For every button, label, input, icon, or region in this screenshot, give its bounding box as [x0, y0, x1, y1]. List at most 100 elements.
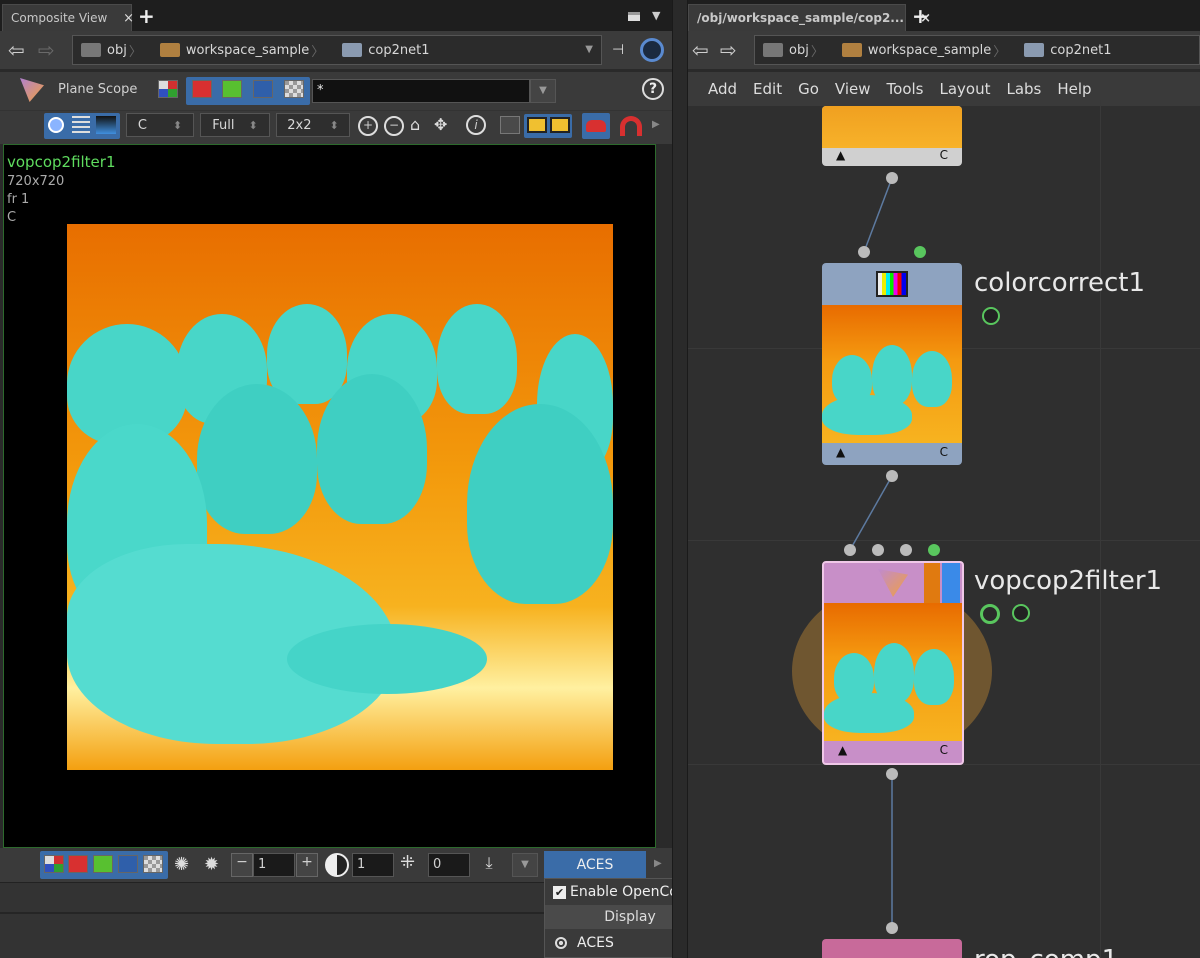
forward-arrow-icon[interactable]: ⇨ — [720, 38, 737, 62]
display-alpha-toggle[interactable] — [143, 855, 163, 873]
layout-compare-b-icon[interactable] — [550, 117, 570, 133]
tab-network-editor[interactable]: /obj/workspace_sample/cop2... × — [688, 4, 931, 32]
exposure-value-input[interactable]: 1 — [253, 853, 295, 877]
node-upstream[interactable]: ▲ C — [822, 106, 962, 166]
input-connector[interactable] — [858, 246, 870, 258]
checkbox-icon[interactable]: ✔ — [553, 885, 566, 899]
pin-icon[interactable]: ⊣ — [612, 42, 634, 58]
plane-filter-dropdown-icon[interactable]: ▼ — [530, 79, 556, 103]
layout-single-icon[interactable] — [500, 116, 520, 134]
display-green-toggle[interactable] — [93, 855, 113, 873]
all-channels-icon[interactable] — [158, 80, 178, 98]
radio-icon[interactable] — [555, 937, 567, 949]
lut-value-input[interactable]: 0 — [428, 853, 470, 877]
node-colorcorrect1[interactable]: ▲ C — [822, 263, 962, 465]
exposure-icon[interactable]: ✹ — [204, 854, 219, 875]
zoom-in-icon[interactable]: + — [358, 116, 378, 136]
snapshot-icon[interactable]: ⤓ — [476, 853, 502, 877]
layout-compare-a-icon[interactable] — [527, 117, 547, 133]
node-vopcop2filter1[interactable]: ▲ C — [822, 561, 964, 765]
menu-help[interactable]: Help — [1057, 80, 1091, 98]
view-mode-histogram-icon[interactable] — [96, 116, 116, 134]
pane-splitter[interactable] — [672, 0, 688, 958]
wire — [849, 475, 893, 551]
node-label-colorcorrect1[interactable]: colorcorrect1 — [974, 268, 1145, 298]
home-icon[interactable]: ⌂ — [410, 115, 430, 135]
breadcrumb-obj[interactable]: obj 〉 — [755, 36, 834, 64]
menu-tools[interactable]: Tools — [887, 80, 924, 98]
input-connector[interactable] — [886, 922, 898, 934]
view-mode-image-icon[interactable] — [48, 117, 64, 133]
menu-labs[interactable]: Labs — [1006, 80, 1041, 98]
resolution-dropdown[interactable]: Full ⬍ — [200, 113, 270, 137]
breadcrumb-workspace[interactable]: workspace_sample 〉 — [834, 36, 1016, 64]
info-icon[interactable]: i — [466, 115, 486, 135]
pane-menu-icon[interactable] — [628, 12, 640, 21]
link-icon[interactable] — [640, 38, 664, 62]
display-flag — [942, 563, 960, 603]
ocio-display-button[interactable]: ACES — [544, 851, 646, 879]
decrement-button[interactable]: − — [231, 853, 253, 877]
zoom-out-icon[interactable]: − — [384, 116, 404, 136]
proxy-dropdown[interactable]: 2x2 ⬍ — [276, 113, 350, 137]
breadcrumb-cop2net[interactable]: cop2net1 — [1016, 36, 1119, 64]
chevron-down-icon[interactable]: ▼ — [652, 9, 660, 22]
thumb-duck — [822, 395, 912, 435]
fit-icon[interactable]: ✥ — [434, 115, 454, 135]
back-arrow-icon[interactable]: ⇦ — [8, 38, 25, 62]
rendered-image — [67, 224, 613, 770]
menu-view[interactable]: View — [835, 80, 871, 98]
input-connector[interactable] — [872, 544, 884, 556]
display-red-toggle[interactable] — [68, 855, 88, 873]
mask-connector[interactable] — [928, 544, 940, 556]
back-arrow-icon[interactable]: ⇦ — [692, 38, 709, 62]
breadcrumb-workspace[interactable]: workspace_sample 〉 — [152, 36, 334, 64]
node-thumbnail — [824, 603, 962, 741]
output-connector[interactable] — [886, 172, 898, 184]
output-connector[interactable] — [886, 470, 898, 482]
forward-arrow-icon[interactable]: ⇨ — [38, 38, 55, 62]
display-blue-toggle[interactable] — [118, 855, 138, 873]
magnet-icon[interactable] — [620, 116, 642, 136]
lut-icon[interactable]: ⁜ — [400, 852, 415, 873]
add-tab-button[interactable]: + — [912, 4, 929, 28]
view-mode-stack-icon[interactable] — [72, 116, 90, 134]
breadcrumb-cop2net[interactable]: cop2net1 — [334, 36, 437, 64]
increment-button[interactable]: + — [296, 853, 318, 877]
bottom-more-icon[interactable]: ▶ — [654, 858, 662, 869]
close-icon[interactable]: × — [123, 11, 134, 26]
input-connector[interactable] — [844, 544, 856, 556]
menu-go[interactable]: Go — [798, 80, 819, 98]
menu-layout[interactable]: Layout — [939, 80, 990, 98]
tab-composite-view[interactable]: Composite View × — [2, 4, 134, 32]
node-header — [822, 263, 962, 305]
green-channel-toggle[interactable] — [222, 80, 242, 98]
blue-channel-toggle[interactable] — [253, 80, 273, 98]
output-connector[interactable] — [886, 768, 898, 780]
breadcrumb-obj[interactable]: obj 〉 — [73, 36, 152, 64]
alpha-channel-toggle[interactable] — [284, 80, 304, 98]
help-icon[interactable]: ? — [642, 78, 664, 100]
node-label-rop-comp1[interactable]: rop_comp1 — [974, 940, 1118, 958]
mask-connector[interactable] — [914, 246, 926, 258]
display-options-dropdown-icon[interactable]: ▼ — [512, 853, 538, 877]
clock-icon — [982, 307, 1000, 325]
brightness-menu-icon[interactable]: ✺ — [174, 854, 189, 875]
input-connector[interactable] — [900, 544, 912, 556]
node-rop-comp1[interactable] — [822, 939, 962, 958]
node-thumbnail — [822, 305, 962, 443]
path-dropdown-icon[interactable]: ▼ — [577, 36, 601, 64]
menu-add[interactable]: Add — [708, 80, 737, 98]
gamma-icon[interactable] — [325, 853, 349, 877]
menu-edit[interactable]: Edit — [753, 80, 782, 98]
red-channel-toggle[interactable] — [192, 80, 212, 98]
plane-dropdown[interactable]: C ⬍ — [126, 113, 194, 137]
cook-status-icon — [980, 604, 1000, 624]
viewer-node-name: vopcop2filter1 — [7, 153, 116, 171]
plane-filter-input[interactable]: * — [312, 79, 530, 103]
display-rgb-toggle[interactable] — [44, 855, 64, 873]
node-label-vopcop2filter1[interactable]: vopcop2filter1 — [974, 566, 1162, 596]
gamma-value-input[interactable]: 1 — [352, 853, 394, 877]
toolbar-more-icon[interactable]: ▶ — [652, 119, 660, 130]
add-tab-button[interactable]: + — [138, 4, 155, 28]
